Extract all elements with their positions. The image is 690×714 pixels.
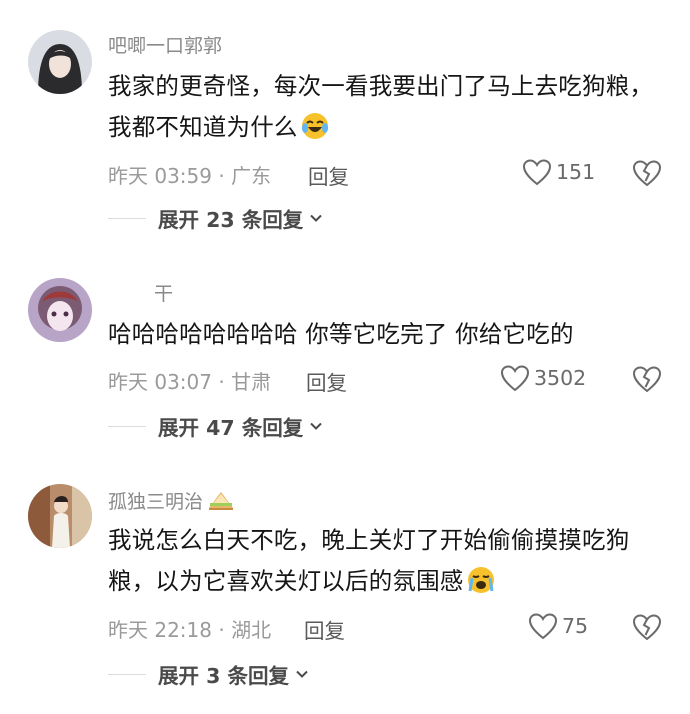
sandwich-emoji: [207, 488, 235, 518]
reply-button[interactable]: 回复: [304, 614, 345, 644]
like-count: 3502: [534, 366, 587, 390]
like-button[interactable]: 151: [522, 158, 595, 186]
comment-text: 我家的更奇怪，每次一看我要出门了马上去吃狗粮，我都不知道为什么: [108, 66, 668, 154]
comment-item: 吧唧一口郭郭 我家的更奇怪，每次一看我要出门了马上去吃狗粮，我都不知道为什么 昨…: [0, 0, 690, 232]
reply-button[interactable]: 回复: [306, 366, 347, 396]
like-button[interactable]: 75: [528, 612, 588, 640]
username-text: 孤独三明治: [108, 491, 204, 513]
comment-text-content: 哈哈哈哈哈哈哈哈 你等它吃完了 你给它吃的: [108, 320, 574, 348]
comment-text-content: 我说怎么白天不吃，晚上关灯了开始偷偷摸摸吃狗粮，以为它喜欢关灯以后的氛围感: [108, 526, 630, 595]
crying-emoji: [466, 565, 496, 608]
comment-time-location: 昨天 03:07 · 甘肃: [108, 370, 272, 394]
comment-meta: 昨天 22:18 · 湖北 回复 75: [108, 611, 690, 644]
comment-time-location: 昨天 03:59 · 广东: [108, 164, 272, 188]
chevron-down-icon: [296, 670, 308, 678]
like-count: 75: [562, 614, 589, 638]
comment-username[interactable]: 孤独三明治: [108, 488, 235, 518]
comment-time-location: 昨天 22:18 · 湖北: [108, 618, 272, 642]
comment-text-content: 我家的更奇怪，每次一看我要出门了马上去吃狗粮，我都不知道为什么: [108, 72, 654, 141]
comment-username[interactable]: 吧唧一口郭郭: [108, 34, 222, 58]
heart-outline-icon: [528, 613, 558, 640]
chevron-down-icon: [310, 422, 323, 430]
expand-replies-label[interactable]: 展开 3 条回复: [158, 659, 289, 689]
broken-heart-icon: [632, 614, 662, 641]
comment-text: 我说怎么白天不吃，晚上关灯了开始偷偷摸摸吃狗粮，以为它喜欢关灯以后的氛围感: [108, 520, 668, 608]
divider-line: [108, 217, 146, 219]
divider-line: [108, 673, 146, 675]
heart-outline-icon: [522, 159, 552, 186]
comment-meta: 昨天 03:59 · 广东 回复 151: [108, 157, 690, 190]
avatar[interactable]: [28, 278, 92, 342]
heart-outline-icon: [500, 365, 530, 392]
like-count: 151: [556, 160, 596, 184]
expand-replies-label[interactable]: 展开 23 条回复: [158, 203, 303, 233]
avatar[interactable]: [28, 30, 92, 94]
expand-replies[interactable]: 展开 23 条回复: [108, 204, 323, 232]
broken-heart-icon: [632, 160, 662, 187]
reply-button[interactable]: 回复: [308, 160, 349, 190]
comment-text: 哈哈哈哈哈哈哈哈 你等它吃完了 你给它吃的: [108, 314, 668, 355]
dislike-button[interactable]: [631, 611, 663, 643]
comment-username[interactable]: 干: [154, 282, 173, 306]
divider-line: [108, 425, 146, 427]
rolling-laugh-emoji: [300, 111, 330, 154]
comment-meta: 昨天 03:07 · 甘肃 回复 3502: [108, 363, 690, 396]
expand-replies-label[interactable]: 展开 47 条回复: [158, 411, 303, 441]
expand-replies[interactable]: 展开 47 条回复: [108, 412, 323, 440]
dislike-button[interactable]: [631, 363, 663, 395]
expand-replies[interactable]: 展开 3 条回复: [108, 660, 309, 688]
like-button[interactable]: 3502: [500, 364, 586, 392]
avatar[interactable]: [28, 484, 92, 548]
broken-heart-icon: [632, 366, 662, 393]
chevron-down-icon: [310, 214, 323, 222]
dislike-button[interactable]: [631, 157, 663, 189]
